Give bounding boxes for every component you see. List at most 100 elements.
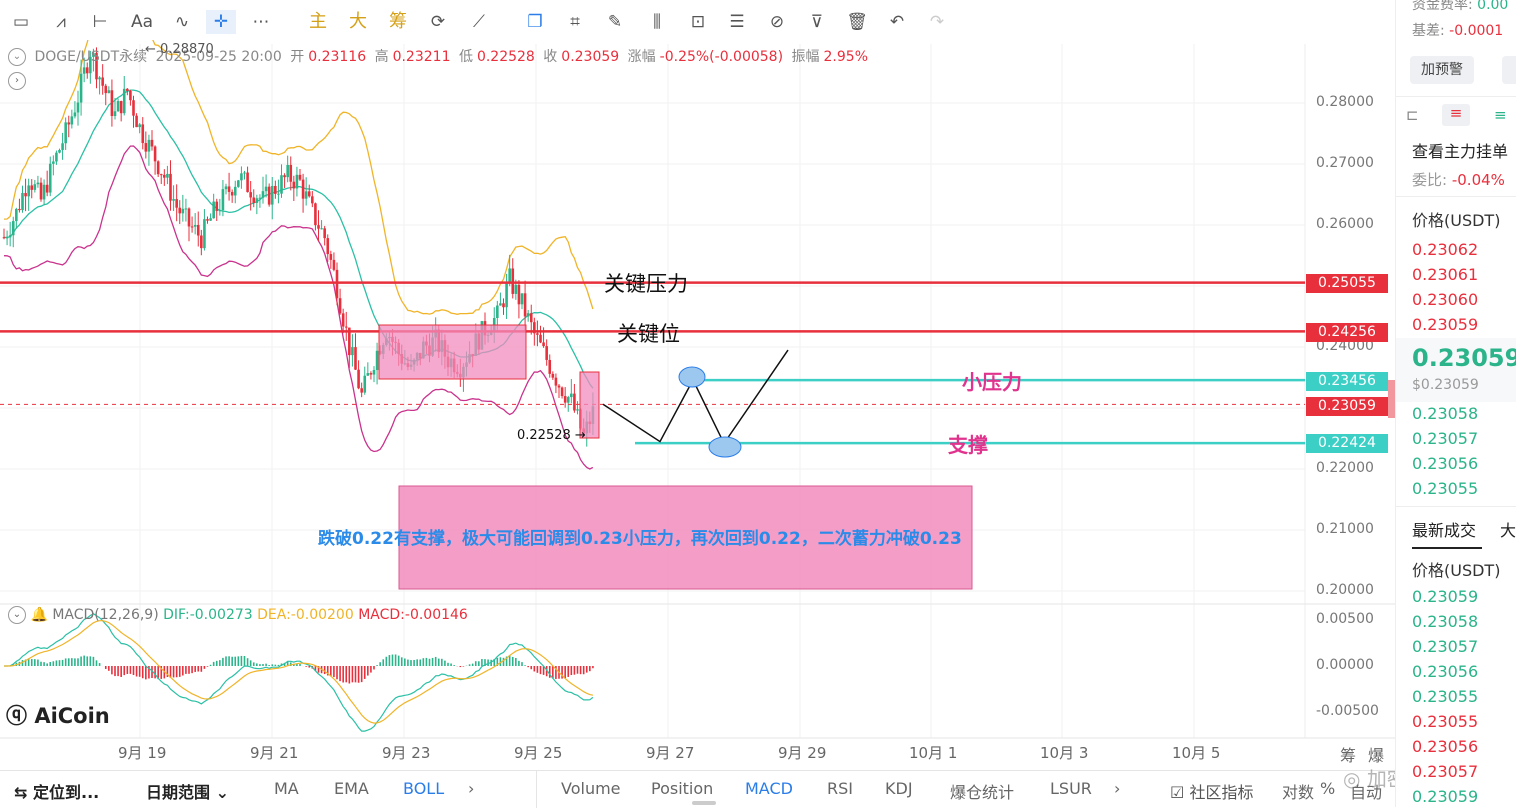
tab-position[interactable]: Position (651, 779, 713, 798)
macd-collapse-icon[interactable]: ⌄ (8, 606, 26, 624)
tab-ma[interactable]: MA (274, 779, 299, 798)
candle-body (5, 237, 9, 239)
percent-toggle[interactable]: % (1320, 779, 1335, 798)
bid-price[interactable]: 0.23058 (1412, 404, 1478, 423)
candle-body (502, 303, 505, 308)
candle-body (73, 112, 77, 117)
crosshair-icon[interactable]: ✛ (206, 10, 236, 34)
redo-icon[interactable]: ↷ (924, 10, 950, 34)
log-toggle[interactable]: 对数 (1282, 779, 1314, 803)
candle-body (249, 192, 252, 198)
trades-tab-underline (1412, 547, 1482, 549)
bid-price[interactable]: 0.23056 (1412, 454, 1478, 473)
candle-body (360, 388, 363, 393)
trade-price: 0.23058 (1412, 612, 1479, 631)
tab-macd[interactable]: MACD (745, 779, 793, 798)
amp-label: 振幅 (791, 49, 820, 65)
big-label[interactable]: 大 (346, 10, 370, 34)
main-label[interactable]: 主 (306, 10, 330, 34)
trades-title[interactable]: 最新成交 (1412, 517, 1476, 541)
candle-body (184, 208, 188, 210)
wave-icon[interactable]: ⩘ (48, 10, 74, 34)
tab-liquidation[interactable]: 爆仓统计 (950, 779, 1014, 803)
tab-rsi[interactable]: RSI (827, 779, 853, 798)
candle-body (156, 161, 160, 175)
trades-tab-2[interactable]: 大 (1500, 517, 1516, 541)
date-range-button[interactable]: 日期范围 ⌄ (146, 779, 229, 803)
close-label: 收 (543, 49, 558, 65)
candle-body (372, 370, 376, 375)
filter-icon[interactable]: ⊽ (804, 10, 830, 34)
tab-kdj[interactable]: KDJ (885, 779, 913, 798)
candle-body (104, 85, 108, 94)
more-button[interactable] (1502, 56, 1516, 84)
orderbook-both-icon[interactable]: ≡ (1442, 104, 1470, 126)
candle-body (15, 208, 18, 222)
tab-boll[interactable]: BOLL (403, 779, 444, 798)
date-range-label: 日期范围 (146, 783, 211, 802)
price-scroll-handle[interactable] (1388, 380, 1395, 418)
brand-name: AiCoin (34, 704, 110, 728)
ask-price[interactable]: 0.23059 (1412, 315, 1478, 334)
undo-icon[interactable]: ↶ (884, 10, 910, 34)
ask-price[interactable]: 0.23061 (1412, 265, 1478, 284)
chip-label[interactable]: 筹 (386, 10, 410, 34)
alert-button[interactable]: 加预警 (1410, 56, 1474, 84)
community-indicators[interactable]: ☑ 社区指标 (1170, 779, 1253, 803)
pen-icon[interactable]: ✎ (602, 10, 628, 34)
candle-body (203, 219, 206, 249)
candle-body (289, 164, 293, 182)
candle-icon[interactable]: ⫼ (644, 10, 670, 34)
locate-button[interactable]: ⇆ 定位到... (14, 779, 99, 803)
overlays (378, 324, 973, 590)
candle-body (18, 208, 21, 211)
layers-icon[interactable]: ❐ (522, 10, 548, 34)
candle-body (314, 203, 317, 226)
note-icon[interactable]: ☰ (724, 10, 750, 34)
label-small-resistance: 0.23456 (1306, 372, 1388, 391)
candle-body (21, 193, 24, 211)
candle-body (126, 88, 129, 91)
lock-icon[interactable]: ⊡ (686, 10, 710, 34)
tab-ema[interactable]: EMA (334, 779, 369, 798)
bid-price[interactable]: 0.23057 (1412, 429, 1478, 448)
tab-volume[interactable]: Volume (561, 779, 621, 798)
scroll-indicator[interactable] (692, 801, 716, 805)
bell-icon[interactable]: 🔔 (30, 607, 47, 623)
support-text: 支撑 (948, 433, 988, 457)
trash-icon[interactable]: 🗑 (844, 10, 870, 34)
chevron-right-icon-2[interactable]: › (1114, 779, 1120, 798)
divider (1396, 96, 1516, 97)
candle-body (514, 284, 518, 294)
candle-body (563, 396, 567, 403)
more-icon[interactable]: ⋯ (248, 10, 274, 34)
label-key-level: 0.24256 (1306, 323, 1388, 342)
trade-price: 0.23057 (1412, 762, 1479, 781)
tab-lsur[interactable]: LSUR (1050, 779, 1092, 798)
basis-value: -0.0001 (1449, 23, 1504, 39)
sync-icon[interactable]: ⟳ (425, 10, 451, 34)
fib-icon[interactable]: ∿ (168, 10, 196, 34)
expand-icon[interactable]: › (8, 72, 26, 90)
ask-price[interactable]: 0.23060 (1412, 290, 1478, 309)
change-label: 涨幅 (627, 49, 656, 65)
magnet-icon[interactable]: ⊘ (764, 10, 790, 34)
orderbook-bids-icon[interactable]: ≡ (1494, 106, 1507, 124)
candle-body (129, 90, 132, 101)
hline-icon[interactable]: ⊢ (88, 10, 112, 34)
locate-label: 定位到... (32, 783, 100, 802)
view-main-orders[interactable]: 查看主力挂单 (1412, 138, 1508, 162)
ask-price[interactable]: 0.23062 (1412, 240, 1478, 259)
measure-icon[interactable]: ⌗ (562, 10, 588, 34)
price-tick: 0.26000 (1316, 216, 1374, 232)
rect-icon[interactable]: ▭ (10, 10, 32, 34)
orderbook-mode-icon[interactable]: ⊏ (1406, 106, 1419, 124)
text-icon[interactable]: Aa (128, 10, 156, 34)
bid-price[interactable]: 0.23055 (1412, 479, 1478, 498)
price-chart[interactable] (0, 40, 1395, 770)
chevron-right-icon[interactable]: › (468, 779, 474, 798)
trades-header: 价格(USDT) (1412, 561, 1501, 580)
ohlc-info: ⌄ DOGE/USDT永续 2025-09-25 20:00 开 0.23116 … (8, 46, 872, 66)
collapse-icon[interactable]: ⌄ (8, 48, 26, 66)
ruler-icon[interactable]: ⟋ (466, 10, 492, 34)
